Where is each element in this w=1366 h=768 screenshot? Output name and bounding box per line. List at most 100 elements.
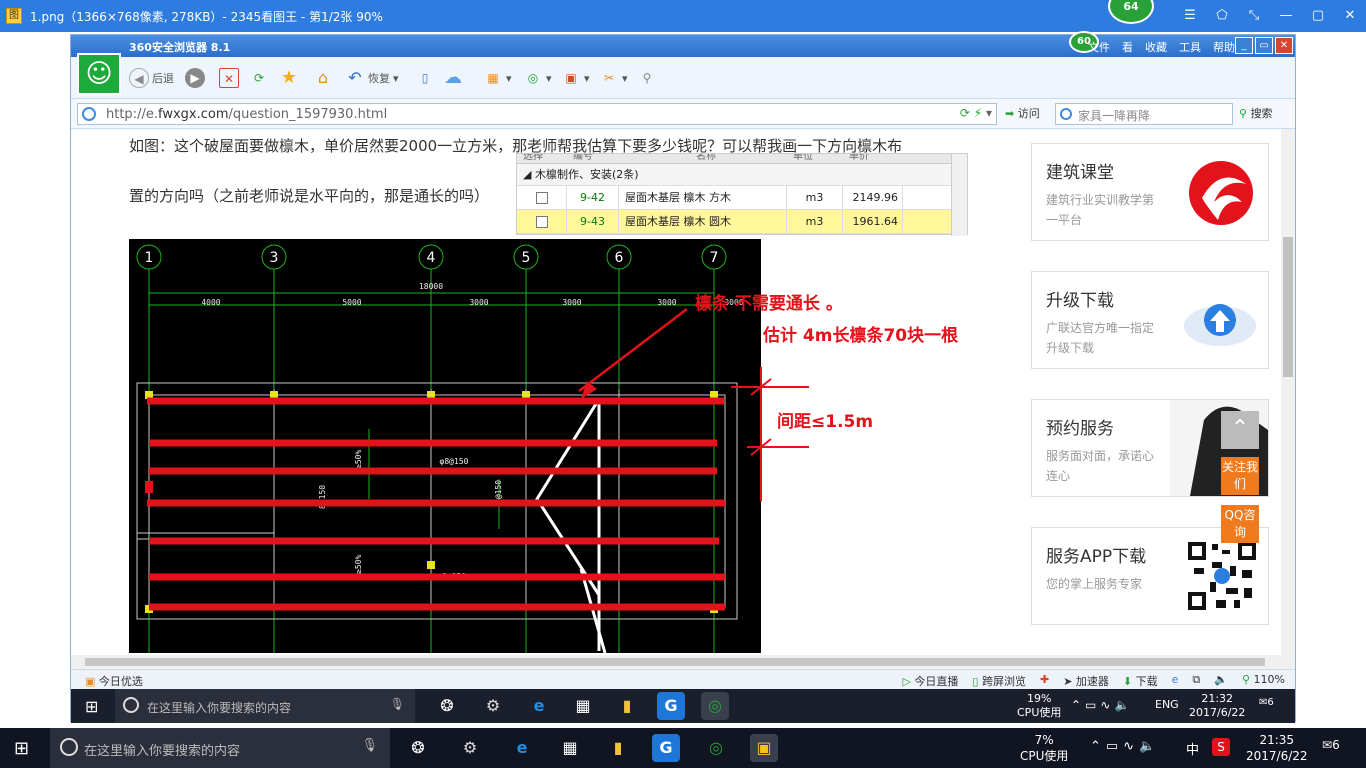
row-checkbox[interactable] xyxy=(535,216,548,228)
browser-close-button[interactable]: ✕ xyxy=(1275,37,1293,54)
browser-menu: 文件 看 收藏 工具 帮助 xyxy=(1088,39,1235,55)
shield-button[interactable]: ◎ ▾ xyxy=(523,67,552,89)
accelerator-button[interactable]: ➤ 加速器 xyxy=(1063,673,1109,689)
search-button[interactable]: ⚲ 搜索 xyxy=(1239,105,1273,121)
folder-icon[interactable]: ▮ xyxy=(604,734,632,762)
fullscreen-icon[interactable]: ⤡ xyxy=(1238,0,1270,32)
ie-icon[interactable]: e xyxy=(1172,673,1179,689)
refresh-button[interactable]: ⟳ xyxy=(249,67,269,89)
image-viewer-taskbar-icon[interactable]: ▣ xyxy=(750,734,778,762)
windows-start-icon[interactable]: ⊞ xyxy=(85,697,98,716)
inner-notification-icon[interactable]: ✉6 xyxy=(1259,697,1274,708)
taskbar-search-box[interactable]: 在这里输入你要搜索的内容 🎙 xyxy=(50,728,390,768)
home-button[interactable]: ⌂ xyxy=(313,67,333,89)
cloud-upload-icon xyxy=(1184,304,1256,346)
translate-button[interactable]: ▣ ▾ xyxy=(561,67,589,89)
microphone-icon[interactable]: 🎙 xyxy=(390,697,405,711)
rate-row[interactable]: 9-43 屋面木基层 檩木 圆木 m3 1961.64 xyxy=(517,210,967,234)
live-button[interactable]: ▷ 今日直播 xyxy=(902,673,958,689)
plus-icon[interactable]: ✚ xyxy=(1040,673,1049,689)
cross-screen-button[interactable]: ▯ 跨屏浏览 xyxy=(972,673,1026,689)
folder-icon[interactable]: ▮ xyxy=(613,692,641,720)
sogou-input-icon[interactable]: S xyxy=(1212,738,1230,756)
screenshot-button[interactable]: ✂ ▾ xyxy=(599,67,628,89)
minimize-button[interactable]: — xyxy=(1270,0,1302,32)
row-checkbox[interactable] xyxy=(535,192,548,204)
pinwheel-app-icon[interactable]: ❂ xyxy=(433,692,461,720)
360-browser-icon[interactable]: ◎ xyxy=(701,692,729,720)
accelerator-label: 加速器 xyxy=(1075,675,1109,688)
scroll-thumb[interactable] xyxy=(1283,237,1293,377)
back-button[interactable]: ◀ 后退 xyxy=(129,67,174,89)
cloud-button[interactable]: ☁ xyxy=(443,67,463,89)
clock[interactable]: 21:35 2017/6/22 xyxy=(1246,732,1308,764)
download-button[interactable]: ⬇ 下载 xyxy=(1123,673,1158,689)
follow-us-button[interactable]: 关注我们 xyxy=(1221,457,1259,495)
favorite-button[interactable]: ★ xyxy=(279,67,299,89)
edge-icon[interactable]: e xyxy=(508,734,536,762)
menu-help[interactable]: 帮助 xyxy=(1213,39,1235,55)
menu-tools[interactable]: 工具 xyxy=(1179,39,1201,55)
apps-button[interactable]: ▦ ▾ xyxy=(483,67,511,89)
url-field[interactable]: http://e.fwxgx.com/question_1597930.html… xyxy=(77,103,997,125)
qq-consult-button[interactable]: QQ咨询 xyxy=(1221,505,1259,543)
sound-icon[interactable]: 🔈 xyxy=(1214,673,1228,689)
close-button[interactable]: ✕ xyxy=(1334,0,1366,32)
glodon-app-icon[interactable]: G xyxy=(652,734,680,762)
daily-picks[interactable]: ▣ 今日优选 xyxy=(85,673,143,689)
vertical-scrollbar[interactable] xyxy=(1281,129,1295,657)
browser-maximize-button[interactable]: ▭ xyxy=(1255,37,1273,54)
back-to-top-button[interactable]: ⌃ xyxy=(1221,411,1259,449)
notification-badge[interactable]: 64 xyxy=(1108,0,1154,24)
tray-icons[interactable]: ⌃▭∿🔈 xyxy=(1071,698,1133,712)
edge-icon[interactable]: e xyxy=(525,692,553,720)
collapse-icon: ◢ xyxy=(523,168,532,181)
tray-icons[interactable]: ⌃▭∿🔈 xyxy=(1090,739,1160,754)
store-icon[interactable]: ▦ xyxy=(556,734,584,762)
chevron-down-icon: ▾ xyxy=(393,71,399,85)
spiral-app-icon[interactable]: ⚙ xyxy=(456,734,484,762)
notification-icon[interactable]: ✉6 xyxy=(1322,738,1340,752)
scroll-thumb[interactable] xyxy=(85,658,1265,666)
visit-button[interactable]: ➡ 访问 xyxy=(1005,105,1040,121)
glodon-app-icon[interactable]: G xyxy=(657,692,685,720)
status-items: ▷ 今日直播 ▯ 跨屏浏览 ✚ ➤ 加速器 ⬇ 下载 e ⧉ 🔈 ⚲ 110% xyxy=(902,673,1285,689)
browser-minimize-button[interactable]: _ xyxy=(1235,37,1253,54)
card-building-class[interactable]: 建筑课堂 建筑行业实训教学第一平台 xyxy=(1031,143,1269,241)
user-avatar[interactable]: ☺ xyxy=(77,53,121,95)
ime-indicator[interactable]: 中 xyxy=(1186,739,1199,758)
menu-favorites[interactable]: 收藏 xyxy=(1145,39,1167,55)
menu-file[interactable]: 文件 xyxy=(1088,39,1110,55)
spiral-app-icon[interactable]: ⚙ xyxy=(479,692,507,720)
windows-start-icon[interactable]: ⊞ xyxy=(14,738,29,759)
window-icon[interactable]: ⧉ xyxy=(1192,673,1200,689)
inner-search-box[interactable]: 在这里输入你要搜索的内容 🎙 xyxy=(115,689,415,723)
maximize-button[interactable]: ▢ xyxy=(1302,0,1334,32)
restore-label: 恢复 xyxy=(368,72,390,85)
phone-button[interactable]: ▯ xyxy=(415,67,435,89)
search-input[interactable]: 家具一降再降 xyxy=(1055,103,1233,125)
address-action-icons[interactable]: ⟳ ⚡ ▾ xyxy=(960,106,992,120)
pinwheel-app-icon[interactable]: ❂ xyxy=(404,734,432,762)
restore-button[interactable]: ↶ 恢复 ▾ xyxy=(345,67,399,89)
rate-row[interactable]: 9-42 屋面木基层 檩木 方木 m3 2149.96 xyxy=(517,186,967,210)
stop-button[interactable]: ✕ xyxy=(219,67,239,89)
menu-icon[interactable]: ☰ xyxy=(1174,0,1206,32)
inner-cpu-meter[interactable]: 19% CPU使用 xyxy=(1017,692,1061,720)
inner-clock[interactable]: 21:32 2017/6/22 xyxy=(1189,692,1245,720)
microphone-icon[interactable]: 🎙 xyxy=(361,738,378,753)
rate-table-scrollbar[interactable] xyxy=(951,154,967,236)
skin-icon[interactable]: ⬠ xyxy=(1206,0,1238,32)
zoom-level[interactable]: ⚲ 110% xyxy=(1242,673,1285,689)
inner-lang-indicator[interactable]: ENG xyxy=(1155,698,1179,711)
card-upgrade-download[interactable]: 升级下载 广联达官方唯一指定升级下载 xyxy=(1031,271,1269,369)
zoom-button[interactable]: ⚲ xyxy=(637,67,657,89)
dimension: 4000 xyxy=(201,298,220,307)
360-browser-icon[interactable]: ◎ xyxy=(702,734,730,762)
forward-button[interactable]: ▶ xyxy=(185,67,205,89)
rate-group-row[interactable]: ◢ 木檩制作、安装(2条) xyxy=(517,164,967,186)
menu-view[interactable]: 看 xyxy=(1122,39,1133,55)
horizontal-scrollbar[interactable] xyxy=(71,655,1295,669)
cpu-meter[interactable]: 7% CPU使用 xyxy=(1020,732,1068,764)
store-icon[interactable]: ▦ xyxy=(569,692,597,720)
